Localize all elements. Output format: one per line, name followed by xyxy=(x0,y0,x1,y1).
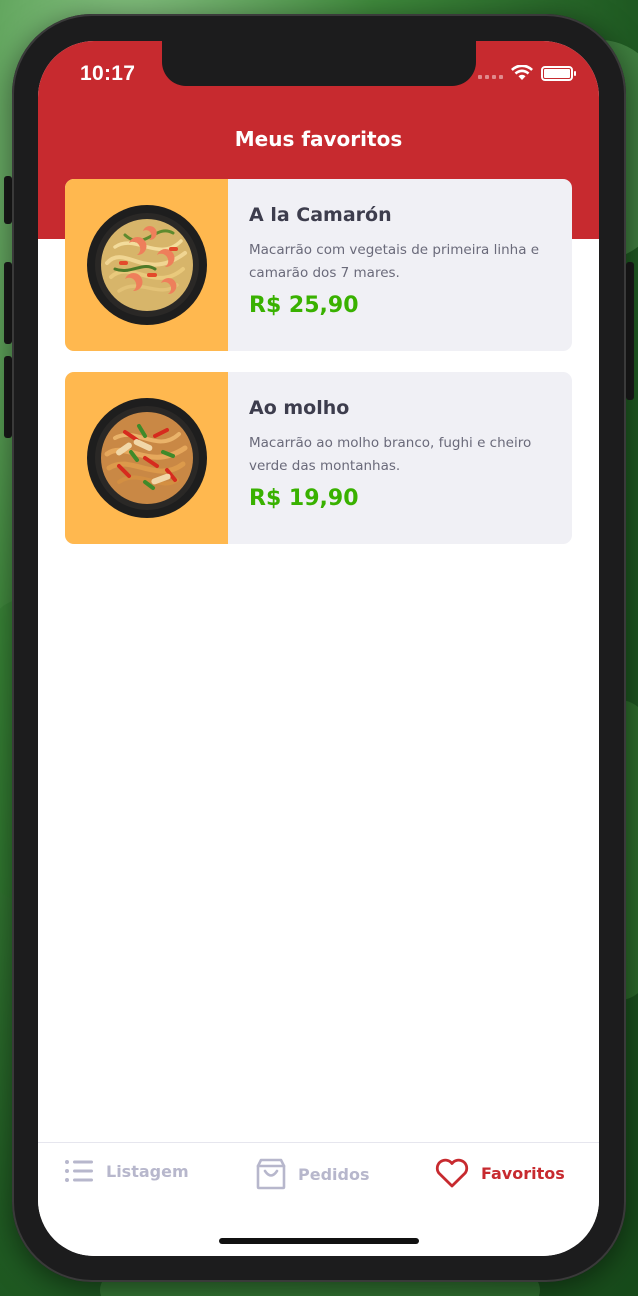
dish-image xyxy=(65,372,228,544)
tab-listagem[interactable]: Listagem xyxy=(64,1158,189,1184)
tab-label: Favoritos xyxy=(481,1163,565,1183)
pasta-sauce-dish-icon xyxy=(86,398,207,518)
tab-label: Listagem xyxy=(106,1161,189,1181)
heart-icon xyxy=(435,1158,469,1188)
tab-favoritos[interactable]: Favoritos xyxy=(435,1158,565,1188)
dish-title: Ao molho xyxy=(249,397,350,419)
wifi-icon xyxy=(511,65,533,80)
list-icon xyxy=(65,1160,93,1182)
signal-icon xyxy=(478,67,503,79)
power-button xyxy=(626,262,634,400)
app-screen: 10:17 Meus favoritos A la Camarón Macarr… xyxy=(38,41,599,1256)
dish-description: Macarrão com vegetais de primeira linha … xyxy=(249,242,540,281)
dish-description: Macarrão ao molho branco, fughi e cheiro… xyxy=(249,435,532,474)
page-title: Meus favoritos xyxy=(234,127,403,151)
favorite-card[interactable]: A la Camarón Macarrão com vegetais de pr… xyxy=(65,179,572,351)
battery-icon xyxy=(541,65,576,81)
volume-up-button xyxy=(4,262,12,344)
dish-title: A la Camarón xyxy=(249,204,392,226)
favorite-card[interactable]: Ao molho Macarrão ao molho branco, fughi… xyxy=(65,372,572,544)
mute-switch xyxy=(4,176,12,224)
shopping-bag-icon xyxy=(256,1158,286,1190)
dish-image xyxy=(65,179,228,351)
dish-price: R$ 25,90 xyxy=(249,293,359,318)
pasta-shrimp-dish-icon xyxy=(86,205,207,325)
tab-label: Pedidos xyxy=(298,1164,370,1184)
tab-pedidos[interactable]: Pedidos xyxy=(256,1158,369,1190)
home-indicator[interactable] xyxy=(219,1238,419,1244)
dish-price: R$ 19,90 xyxy=(249,486,359,511)
notch xyxy=(162,41,476,86)
volume-down-button xyxy=(4,356,12,438)
status-icons xyxy=(478,65,576,81)
status-time: 10:17 xyxy=(80,62,136,85)
